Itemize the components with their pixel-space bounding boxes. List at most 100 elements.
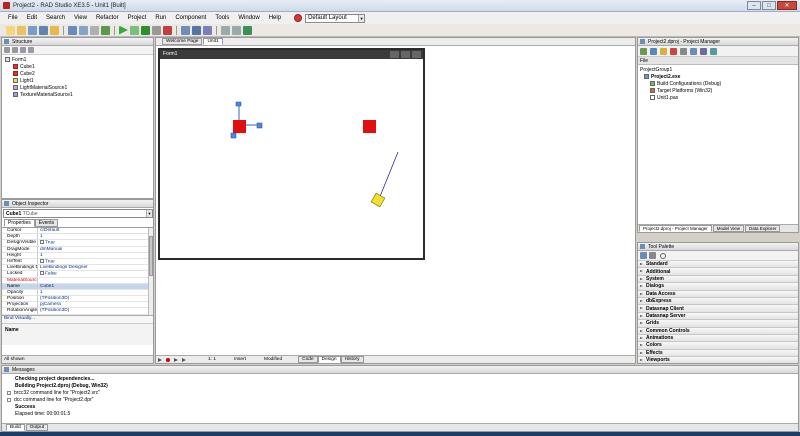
palette-category[interactable]: Datasnap Server bbox=[638, 312, 798, 321]
palette-category[interactable]: Standard bbox=[638, 261, 798, 269]
property-value[interactable]: LiveBindings Designer bbox=[38, 265, 88, 270]
gizmo-z-handle[interactable] bbox=[230, 132, 237, 139]
gizmo-x-handle[interactable] bbox=[256, 122, 263, 129]
object-selector[interactable]: Cube1 TCube ▼ bbox=[3, 209, 153, 218]
message-line[interactable]: dcc command line for "Project2.dpr" bbox=[5, 396, 795, 403]
checkbox-icon[interactable] bbox=[40, 258, 44, 263]
toggle-form-unit-icon[interactable] bbox=[90, 25, 99, 35]
palette-category[interactable]: Colors bbox=[638, 342, 798, 350]
run-without-debug-icon[interactable] bbox=[141, 25, 150, 35]
property-value[interactable] bbox=[38, 278, 40, 283]
palette-category[interactable]: Datasnap Client bbox=[638, 305, 798, 313]
menu-refactor[interactable]: Refactor bbox=[96, 15, 119, 21]
checkbox-icon[interactable] bbox=[40, 240, 44, 245]
tab-history[interactable]: History bbox=[340, 356, 364, 363]
menu-file[interactable]: File bbox=[8, 15, 18, 21]
property-value[interactable]: Cube1 bbox=[38, 284, 54, 289]
tree-item-lightmaterialsource1[interactable]: LightMaterialSource1 bbox=[5, 84, 150, 91]
collapse-all-icon[interactable] bbox=[710, 47, 717, 55]
menu-window[interactable]: Window bbox=[238, 15, 259, 21]
open-project-icon[interactable] bbox=[50, 25, 59, 35]
forward-icon[interactable] bbox=[232, 25, 241, 35]
macro-step-icon[interactable] bbox=[182, 357, 186, 362]
property-value[interactable]: 1 bbox=[38, 290, 43, 295]
bind-visually-link[interactable]: Bind Visually... bbox=[2, 315, 153, 323]
minimize-button[interactable]: – bbox=[747, 1, 761, 10]
expand-icon[interactable] bbox=[4, 47, 10, 53]
property-value[interactable]: 1 bbox=[38, 253, 43, 258]
project-exe-item[interactable]: Project2.exe bbox=[640, 73, 796, 80]
move-up-icon[interactable] bbox=[20, 47, 26, 53]
save-icon[interactable] bbox=[28, 25, 37, 35]
tab-build[interactable]: Build bbox=[6, 424, 25, 431]
unit1-pas-item[interactable]: Unit1.pas bbox=[640, 94, 796, 101]
view-icon[interactable] bbox=[690, 47, 697, 55]
form1-window[interactable]: Form1 bbox=[158, 48, 425, 260]
property-value[interactable]: True bbox=[38, 240, 55, 246]
property-grid-scrollbar[interactable] bbox=[148, 228, 153, 315]
palette-category[interactable]: dbExpress bbox=[638, 297, 798, 306]
message-line[interactable]: Building Project2.dproj (Debug, Win32) bbox=[5, 382, 795, 389]
move-down-icon[interactable] bbox=[28, 47, 34, 53]
palette-options-icon[interactable] bbox=[649, 252, 656, 259]
palette-category[interactable]: Data Access bbox=[638, 290, 798, 298]
pause-icon[interactable] bbox=[152, 25, 161, 35]
target-platforms-item[interactable]: Target Platforms (Win32) bbox=[640, 87, 796, 94]
view-unit-icon[interactable] bbox=[68, 25, 77, 35]
run-dropdown-icon[interactable] bbox=[130, 25, 139, 35]
message-line[interactable]: Checking project dependencies... bbox=[5, 375, 795, 382]
trace-into-icon[interactable] bbox=[181, 25, 190, 35]
new-form-icon[interactable] bbox=[101, 25, 110, 35]
new-item-icon[interactable] bbox=[660, 47, 667, 55]
light1[interactable] bbox=[370, 192, 386, 208]
property-row[interactable]: RotationAngle (TPosition3D) bbox=[2, 308, 153, 315]
message-line[interactable]: brcc32 command line for "Project2.vrc" bbox=[5, 389, 795, 396]
tree-item-light1[interactable]: Light1 bbox=[5, 77, 150, 84]
palette-category[interactable]: Grids bbox=[638, 320, 798, 328]
property-value[interactable]: True bbox=[38, 258, 55, 264]
property-value[interactable]: (TPosition3D) bbox=[38, 296, 69, 301]
run-to-cursor-icon[interactable] bbox=[203, 25, 212, 35]
view-form-icon[interactable] bbox=[79, 25, 88, 35]
property-value[interactable]: crDefault bbox=[38, 228, 59, 233]
palette-category[interactable]: System bbox=[638, 275, 798, 284]
expand-all-icon[interactable] bbox=[700, 47, 707, 55]
property-value[interactable]: dmManual bbox=[38, 247, 62, 252]
gizmo-y-handle[interactable] bbox=[235, 101, 242, 107]
menu-component[interactable]: Component bbox=[175, 15, 206, 21]
tab-output[interactable]: Output bbox=[25, 424, 49, 431]
tab-welcome-page[interactable]: Welcome Page bbox=[162, 38, 203, 45]
play-macro-icon[interactable] bbox=[158, 357, 162, 362]
menu-edit[interactable]: Edit bbox=[27, 15, 37, 21]
macro-play-icon[interactable] bbox=[174, 357, 178, 362]
tab-model-view[interactable]: Model View bbox=[712, 225, 744, 232]
tree-item-texturematerialsource1[interactable]: TextureMaterialSource1 bbox=[5, 91, 150, 98]
property-value[interactable]: 1 bbox=[38, 234, 43, 239]
palette-category[interactable]: Dialogs bbox=[638, 283, 798, 291]
remove-icon[interactable] bbox=[670, 47, 677, 55]
menu-project[interactable]: Project bbox=[128, 15, 147, 21]
palette-categories-icon[interactable] bbox=[640, 252, 647, 259]
deploy-icon[interactable] bbox=[243, 25, 252, 35]
options-icon[interactable] bbox=[680, 47, 687, 55]
build-configurations-item[interactable]: Build Configurations (Debug) bbox=[640, 80, 796, 87]
save-all-icon[interactable] bbox=[39, 25, 48, 35]
open-icon[interactable] bbox=[17, 25, 26, 35]
palette-category[interactable]: Common Controls bbox=[638, 327, 798, 335]
tab-code[interactable]: Code bbox=[298, 356, 318, 363]
property-value[interactable]: pjCamera bbox=[38, 302, 61, 307]
tab-design[interactable]: Design bbox=[317, 356, 341, 363]
record-macro-icon[interactable] bbox=[166, 357, 170, 362]
project-group-item[interactable]: ProjectGroup1 bbox=[640, 66, 796, 73]
palette-category[interactable]: Viewports bbox=[638, 357, 798, 363]
cube1[interactable] bbox=[233, 120, 246, 133]
tab-project-manager[interactable]: Project2.dproj - Project Manager bbox=[639, 225, 712, 232]
menu-tools[interactable]: Tools bbox=[215, 15, 229, 21]
palette-category[interactable]: Effects bbox=[638, 349, 798, 358]
layout-select[interactable]: Default Layout ▼ bbox=[305, 13, 366, 23]
tree-item-form1[interactable]: Form1 bbox=[5, 56, 150, 63]
cube2[interactable] bbox=[363, 120, 376, 133]
close-button[interactable]: ✕ bbox=[777, 1, 797, 10]
message-line[interactable]: Success bbox=[5, 403, 795, 410]
palette-category[interactable]: Additional bbox=[638, 268, 798, 276]
